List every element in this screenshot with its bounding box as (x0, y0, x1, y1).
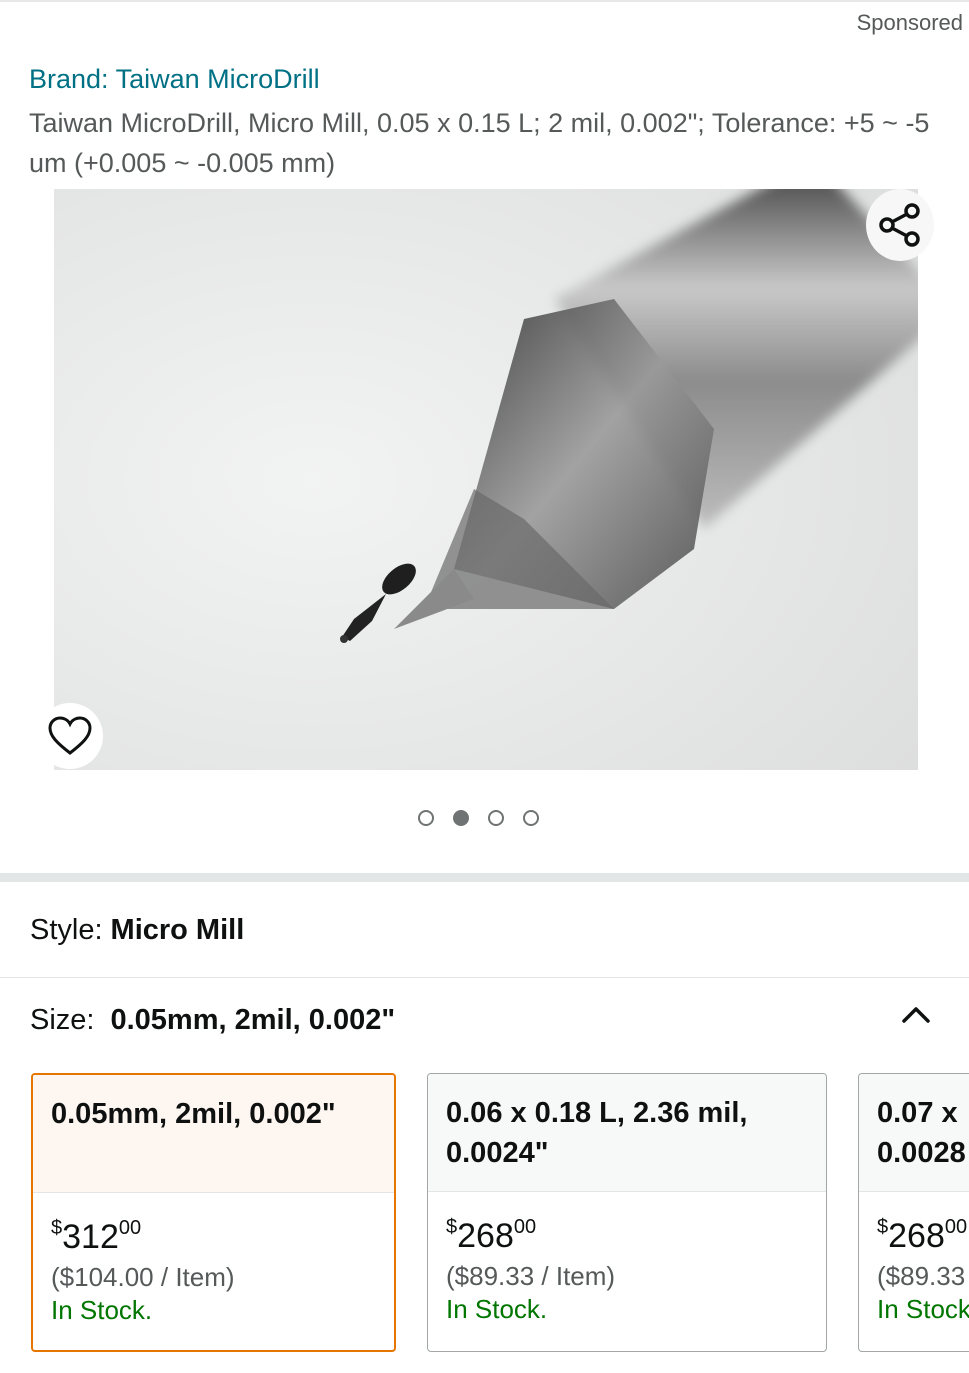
price-symbol: $ (877, 1216, 889, 1238)
size-option-availability: In Stock (877, 1294, 969, 1324)
size-option-unit-price: ($89.33 (877, 1261, 966, 1291)
size-option-name-line2: 0.0024" (446, 1137, 549, 1169)
size-option-name: 0.05mm, 2mil, 0.002" (33, 1075, 394, 1193)
pagination-dot-active[interactable] (453, 810, 469, 826)
price-whole: 268 (457, 1217, 514, 1255)
share-button[interactable] (866, 189, 934, 261)
style-label: Style: (30, 914, 103, 946)
price-whole: 312 (62, 1218, 119, 1256)
size-option-availability: In Stock. (51, 1295, 153, 1325)
size-option-name-line1: 0.07 x (877, 1097, 958, 1129)
price-fraction: 00 (118, 1217, 142, 1239)
size-option-name: 0.07 x 0.0028 (859, 1074, 969, 1192)
size-selector-header[interactable]: Size: 0.05mm, 2mil, 0.002" (30, 1004, 395, 1037)
pagination-dot[interactable] (523, 810, 539, 826)
size-option-unit-price: ($104.00 / Item) (51, 1262, 235, 1292)
size-option-name-line1: 0.05mm, 2mil, 0.002" (51, 1098, 336, 1130)
top-divider (0, 0, 969, 2)
size-option-unit-price: ($89.33 / Item) (446, 1261, 616, 1291)
size-option-price: $26800 (446, 1206, 808, 1257)
chevron-up-icon[interactable] (900, 1003, 932, 1025)
heart-icon (48, 716, 92, 755)
product-image-gallery[interactable] (54, 189, 918, 770)
size-value: 0.05mm, 2mil, 0.002" (110, 1004, 396, 1036)
price-symbol: $ (446, 1216, 458, 1238)
size-option-name-line2: 0.0028 (877, 1137, 966, 1169)
size-option-name: 0.06 x 0.18 L, 2.36 mil, 0.0024" (428, 1074, 826, 1192)
row-divider (0, 977, 969, 978)
size-option-name-line1: 0.06 x 0.18 L, 2.36 mil, (446, 1097, 748, 1129)
style-value: Micro Mill (110, 914, 245, 946)
size-option-price: $26800 (877, 1206, 967, 1257)
product-image (54, 189, 918, 770)
sponsored-label: Sponsored (856, 10, 963, 35)
image-pagination-dots (418, 810, 539, 826)
size-option-card[interactable]: 0.05mm, 2mil, 0.002" $31200 ($104.00 / I… (31, 1073, 396, 1352)
price-whole: 268 (888, 1217, 945, 1255)
size-option-card[interactable]: 0.06 x 0.18 L, 2.36 mil, 0.0024" $26800 … (427, 1073, 827, 1352)
pagination-dot[interactable] (418, 810, 434, 826)
size-label: Size: (30, 1004, 95, 1036)
price-fraction: 00 (944, 1216, 968, 1238)
size-option-availability: In Stock. (446, 1294, 548, 1324)
share-icon (879, 203, 920, 247)
price-fraction: 00 (513, 1216, 537, 1238)
product-title: Taiwan MicroDrill, Micro Mill, 0.05 x 0.… (29, 108, 930, 178)
style-selector[interactable]: Style: Micro Mill (30, 914, 244, 947)
section-separator (0, 873, 969, 882)
brand-link[interactable]: Brand: Taiwan MicroDrill (29, 64, 320, 95)
size-option-card[interactable]: 0.07 x 0.0028 $26800 ($89.33 In Stock (858, 1073, 969, 1352)
wishlist-button[interactable] (37, 703, 103, 769)
price-symbol: $ (51, 1217, 63, 1239)
pagination-dot[interactable] (488, 810, 504, 826)
size-option-price: $31200 (51, 1207, 376, 1258)
